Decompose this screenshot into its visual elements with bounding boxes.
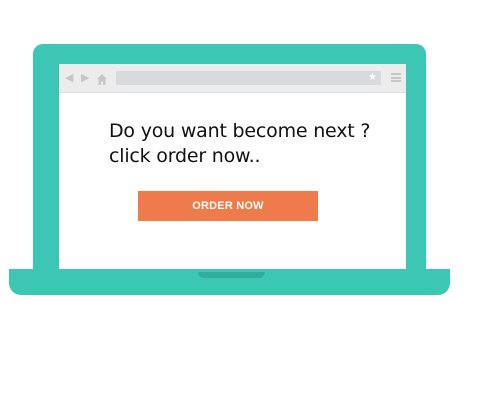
headline-line-2: click order now.. — [109, 145, 261, 167]
forward-arrow-icon[interactable]: ▶ — [81, 72, 89, 84]
laptop-hinge-notch — [198, 272, 265, 278]
headline: Do you want become next ? click order no… — [109, 119, 404, 169]
star-icon[interactable]: ★ — [368, 72, 377, 84]
browser-toolbar: ◀ ▶ ★ — [59, 64, 406, 93]
headline-line-1: Do you want become next ? — [109, 120, 371, 142]
order-now-button[interactable]: ORDER NOW — [138, 191, 318, 221]
menu-icon[interactable] — [391, 73, 401, 82]
address-bar[interactable]: ★ — [116, 71, 381, 85]
back-arrow-icon[interactable]: ◀ — [65, 72, 73, 84]
browser-window: ◀ ▶ ★ Do you want become next ? click or… — [59, 64, 406, 270]
home-icon[interactable] — [97, 72, 107, 85]
